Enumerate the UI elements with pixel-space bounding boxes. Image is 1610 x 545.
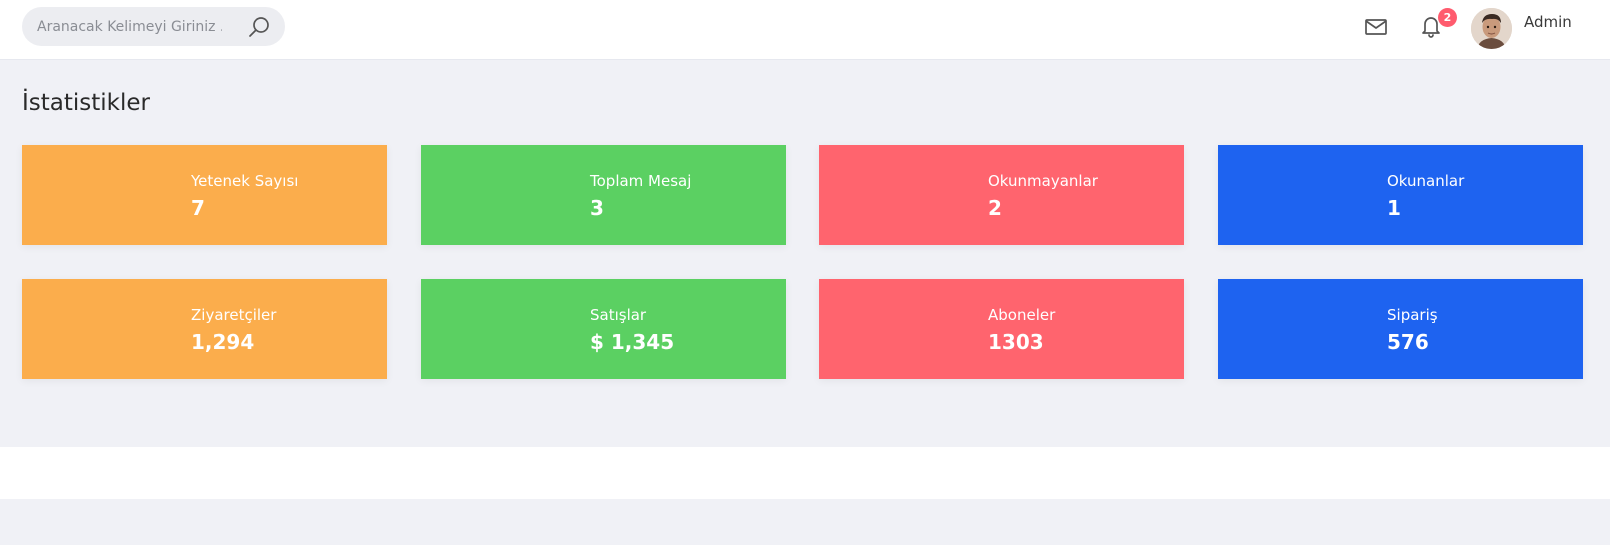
stat-card-unread: Okunmayanlar 2 bbox=[819, 145, 1184, 245]
stat-label: Ziyaretçiler bbox=[191, 306, 277, 324]
stat-card-total-messages: Toplam Mesaj 3 bbox=[421, 145, 786, 245]
search-bar bbox=[22, 7, 285, 46]
stat-value: 576 bbox=[1387, 330, 1429, 354]
stat-value: 7 bbox=[191, 196, 205, 220]
stat-card-subscribers: Aboneler 1303 bbox=[819, 279, 1184, 379]
stat-card-sales: Satışlar $ 1,345 bbox=[421, 279, 786, 379]
stat-label: Toplam Mesaj bbox=[590, 172, 692, 190]
stat-value: 3 bbox=[590, 196, 604, 220]
page-title: İstatistikler bbox=[22, 90, 150, 116]
mail-icon[interactable] bbox=[1363, 14, 1389, 40]
stat-value: 1303 bbox=[988, 330, 1044, 354]
notification-badge: 2 bbox=[1438, 8, 1457, 27]
stat-label: Yetenek Sayısı bbox=[191, 172, 299, 190]
stat-card-read: Okunanlar 1 bbox=[1218, 145, 1583, 245]
stat-label: Okunmayanlar bbox=[988, 172, 1098, 190]
stat-label: Aboneler bbox=[988, 306, 1056, 324]
stat-label: Okunanlar bbox=[1387, 172, 1465, 190]
stat-value: 1 bbox=[1387, 196, 1401, 220]
search-input[interactable] bbox=[37, 18, 222, 35]
stat-label: Satışlar bbox=[590, 306, 647, 324]
stat-card-visitors: Ziyaretçiler 1,294 bbox=[22, 279, 387, 379]
stat-value: 1,294 bbox=[191, 330, 255, 354]
top-navbar: 2 Admin bbox=[0, 0, 1610, 60]
stat-card-skill-count: Yetenek Sayısı 7 bbox=[22, 145, 387, 245]
search-icon[interactable] bbox=[247, 15, 271, 39]
stat-card-orders: Sipariş 576 bbox=[1218, 279, 1583, 379]
stat-label: Sipariş bbox=[1387, 306, 1438, 324]
stat-value: $ 1,345 bbox=[590, 330, 675, 354]
stat-value: 2 bbox=[988, 196, 1002, 220]
user-name[interactable]: Admin bbox=[1524, 13, 1572, 31]
footer bbox=[0, 447, 1610, 499]
avatar[interactable] bbox=[1471, 8, 1512, 49]
